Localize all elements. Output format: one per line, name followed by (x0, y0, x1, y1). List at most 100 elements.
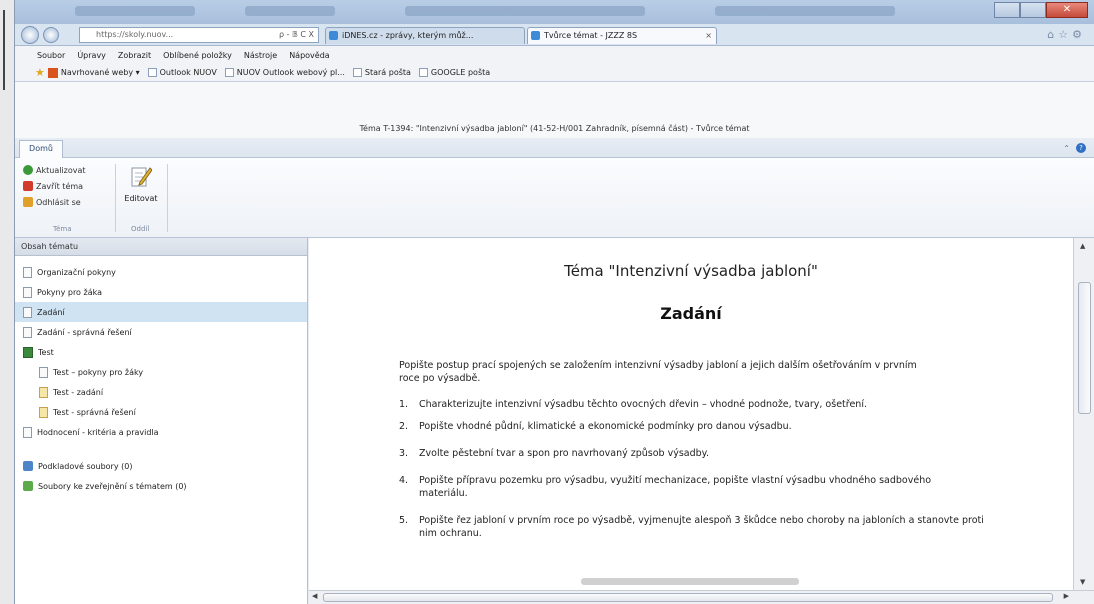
group-label-oddil: Oddíl (131, 225, 150, 233)
scroll-thumb[interactable] (323, 593, 1053, 602)
document-vertical-scrollbar[interactable]: ▲ ▼ (1073, 238, 1094, 590)
address-bar: https://skoly.nuov... ρ - 𝔹 C X iDNES.cz… (15, 24, 1094, 46)
tree-item-label: Test - zadání (53, 387, 104, 397)
logout-label: Odhlásit se (36, 197, 81, 207)
edit-button[interactable]: Editovat (119, 164, 163, 203)
scroll-right-icon[interactable]: ▶ (1064, 592, 1069, 600)
scroll-up-icon[interactable]: ▲ (1080, 242, 1085, 250)
ribbon-minimize-icon[interactable]: ⌃ (1063, 144, 1070, 153)
tab-label: Tvůrce témat - JZZZ 8S (544, 31, 638, 40)
ribbon-separator (115, 164, 116, 232)
group-label-tema: Téma (53, 225, 72, 233)
minimize-button[interactable] (994, 2, 1020, 18)
list-item: 5. Popište řez jabloní v prvním roce po … (399, 515, 984, 539)
tree-item-label: Test – pokyny pro žáky (53, 367, 144, 377)
document-horizontal-scrollbar[interactable]: ◀ ▶ (309, 590, 1094, 604)
document-icon (23, 266, 32, 278)
fav-stara-posta[interactable]: Stará pošta (352, 68, 411, 77)
edit-label: Editovat (124, 194, 158, 203)
scroll-down-icon[interactable]: ▼ (1080, 578, 1085, 586)
refresh-label: Aktualizovat (36, 165, 86, 175)
tree-item-test-zadani[interactable]: Test - zadání (15, 382, 307, 402)
page-icon (224, 68, 234, 77)
close-topic-button[interactable]: Zavřít téma (23, 178, 86, 194)
menu-zobrazit[interactable]: Zobrazit (118, 51, 151, 60)
tree-item-label: Podkladové soubory (0) (38, 461, 133, 471)
tree-item-test-reseni[interactable]: Test - správná řešení (15, 402, 307, 422)
tab-domu[interactable]: Domů (19, 140, 63, 158)
ie-page-icon (329, 31, 338, 40)
forward-button[interactable] (43, 27, 59, 43)
section-heading: Zadání (660, 304, 722, 323)
menu-nastroje[interactable]: Nástroje (244, 51, 277, 60)
favorites-star-icon[interactable]: ★ (35, 66, 45, 79)
scroll-thumb[interactable] (1078, 282, 1091, 414)
ribbon: Aktualizovat Zavřít téma Odhlásit se Tém… (15, 158, 1094, 238)
document-icon (23, 306, 32, 318)
document-icon (23, 286, 32, 298)
url-controls[interactable]: ρ - 𝔹 C X (279, 28, 314, 42)
menu-upravy[interactable]: Úpravy (77, 51, 106, 60)
tree-item-label: Soubory ke zveřejnění s tématem (0) (38, 481, 187, 491)
fav-suggested-sites[interactable]: Navrhované weby ▾ (47, 67, 140, 78)
app-title: Téma T-1394: "Intenzivní výsadba jabloní… (15, 120, 1094, 138)
fav-outlook-nuov[interactable]: Outlook NUOV (147, 68, 217, 77)
menu-soubor[interactable]: Soubor (37, 51, 65, 60)
window-controls: ✕ (994, 2, 1088, 18)
tree-item-organizacni-pokyny[interactable]: Organizační pokyny (15, 262, 307, 282)
document-icon (39, 386, 48, 398)
tree-item-soubory-zverejneni[interactable]: Soubory ke zveřejnění s tématem (0) (15, 476, 307, 496)
ribbon-group-tema: Aktualizovat Zavřít téma Odhlásit se (23, 162, 86, 210)
tree-item-zadani[interactable]: Zadání (15, 302, 307, 322)
back-button[interactable] (21, 26, 39, 44)
url-text: https://skoly.nuov... (96, 30, 174, 39)
tree-item-pokyny-pro-zaka[interactable]: Pokyny pro žáka (15, 282, 307, 302)
page-icon (147, 68, 157, 77)
tree-item-label: Zadání - správná řešení (37, 327, 132, 337)
ribbon-tabs: Domů ⌃ ? (15, 138, 1094, 158)
document-icon (39, 366, 48, 378)
maximize-button[interactable] (1020, 2, 1046, 18)
refresh-button[interactable]: Aktualizovat (23, 162, 86, 178)
ribbon-right: ⌃ ? (1063, 143, 1086, 153)
tree-item-podkladove-soubory[interactable]: Podkladové soubory (0) (15, 456, 307, 476)
tree-item-test[interactable]: Test (15, 342, 307, 362)
contents-tree: Organizační pokyny Pokyny pro žáka Zadán… (15, 256, 307, 496)
close-topic-icon (23, 181, 33, 191)
tab-close-icon[interactable]: × (705, 28, 712, 43)
document-title: Téma "Intenzivní výsadba jabloní" (564, 262, 818, 280)
test-icon (23, 346, 33, 358)
edit-pencil-icon (130, 164, 153, 188)
menu-bar: Soubor Úpravy Zobrazit Oblíbené položky … (15, 46, 1094, 64)
tab-label: iDNES.cz - zprávy, kterým můž... (342, 31, 474, 40)
fav-label: NUOV Outlook webový pl... (236, 68, 345, 77)
document-view: Téma "Intenzivní výsadba jabloní" Zadání… (309, 238, 1073, 590)
tree-item-label: Organizační pokyny (37, 267, 116, 277)
tree-item-hodnoceni[interactable]: Hodnocení - kritéria a pravidla (15, 422, 307, 442)
tree-item-test-pokyny[interactable]: Test – pokyny pro žáky (15, 362, 307, 382)
close-topic-label: Zavřít téma (36, 181, 84, 191)
assignment-intro: Popište postup prací spojených se založe… (399, 360, 917, 384)
menu-oblibene[interactable]: Oblíbené položky (163, 51, 232, 60)
fav-label: GOOGLE pošta (430, 68, 491, 77)
tree-item-label: Hodnocení - kritéria a pravidla (37, 427, 159, 437)
scroll-left-icon[interactable]: ◀ (312, 592, 317, 600)
refresh-icon (23, 165, 33, 175)
document-icon (23, 426, 32, 438)
fav-nuov-outlook-web[interactable]: NUOV Outlook webový pl... (224, 68, 345, 77)
tree-item-zadani-reseni[interactable]: Zadání - správná řešení (15, 322, 307, 342)
logout-button[interactable]: Odhlásit se (23, 194, 86, 210)
fav-google-posta[interactable]: GOOGLE pošta (418, 68, 491, 77)
help-icon[interactable]: ? (1076, 143, 1086, 153)
home-favorites-tools-icons[interactable]: ⌂☆⚙ (1047, 28, 1086, 41)
window-close-button[interactable]: ✕ (1046, 2, 1088, 18)
attachment-icon (23, 461, 33, 471)
tab-tvurce-temat[interactable]: Tvůrce témat - JZZZ 8S × (527, 27, 717, 44)
tab-idnes[interactable]: iDNES.cz - zprávy, kterým můž... (325, 27, 525, 44)
menu-napoveda[interactable]: Nápověda (289, 51, 330, 60)
page-icon (352, 68, 362, 77)
window-titlebar: ✕ (15, 0, 1094, 24)
suggested-sites-icon (47, 67, 58, 78)
page-top-area (15, 82, 1094, 120)
url-field[interactable]: https://skoly.nuov... ρ - 𝔹 C X (79, 27, 319, 43)
